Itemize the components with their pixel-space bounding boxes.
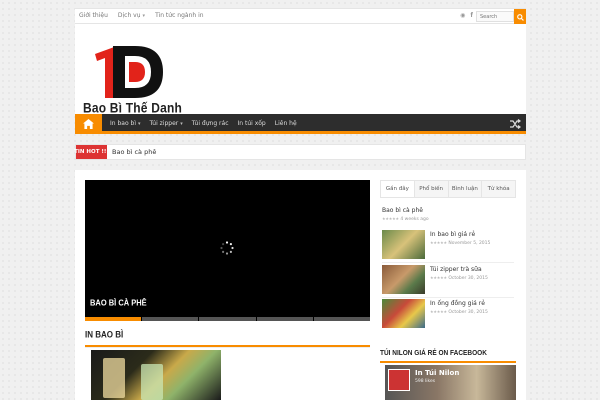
- caret-down-icon: ▾: [138, 121, 141, 127]
- post-thumbnail[interactable]: [382, 230, 425, 259]
- divider: [382, 262, 514, 263]
- post-date: October 30, 2015: [448, 276, 488, 281]
- sidebar-post-title[interactable]: In ống đồng giá rẻ: [430, 300, 485, 307]
- nav-item-label: In bao bì: [110, 120, 137, 127]
- divider: [382, 297, 514, 298]
- nav-item-tui-dung-rac[interactable]: Túi đựng rác: [192, 120, 229, 127]
- rss-icon[interactable]: ◉: [460, 12, 465, 19]
- search-button[interactable]: [514, 9, 526, 25]
- sidebar-post-meta: ★★★★★ 4 weeks ago: [382, 216, 429, 222]
- post-date: 4 weeks ago: [400, 217, 429, 222]
- rating-stars-icon: ★★★★★: [430, 275, 447, 280]
- sidebar-tabs: Gần đây Phổ biến Bình luận Từ khóa: [380, 180, 516, 198]
- ticker-label: TIN HOT !!!: [74, 145, 109, 159]
- top-nav-item-tin-tuc[interactable]: Tin tức ngành in: [155, 12, 204, 19]
- sidebar-post[interactable]: In bao bì giá rẻ ★★★★★ November 5, 2015: [382, 230, 516, 260]
- slider-dot[interactable]: [142, 317, 199, 321]
- slider-dot[interactable]: [256, 317, 313, 321]
- sidebar: Gần đây Phổ biến Bình luận Từ khóa Bao b…: [380, 180, 516, 328]
- rating-stars-icon: ★★★★★: [430, 240, 447, 245]
- loading-spinner-icon: [220, 241, 234, 255]
- tab-comments[interactable]: Bình luận: [449, 181, 483, 197]
- facebook-icon[interactable]: f: [470, 12, 473, 19]
- post-thumbnail[interactable]: [382, 299, 425, 328]
- top-bar: Giới thiệu Dịch vụ ▾ Tin tức ngành in ◉ f: [75, 8, 526, 25]
- tab-recent[interactable]: Gần đây: [381, 181, 415, 197]
- post-thumbnail[interactable]: [91, 350, 221, 400]
- random-post-icon[interactable]: [509, 118, 521, 130]
- post-thumbnail[interactable]: [382, 265, 425, 294]
- slider-dot[interactable]: [85, 317, 142, 321]
- facebook-likes-count: 598 likes: [415, 379, 436, 384]
- slider-dot[interactable]: [199, 317, 256, 321]
- facebook-page-box[interactable]: In Túi Nilon 598 likes: [385, 365, 516, 400]
- home-icon: [83, 119, 94, 129]
- caret-down-icon: ▾: [142, 13, 146, 19]
- rating-stars-icon: ★★★★★: [430, 309, 447, 314]
- sidebar-post-title[interactable]: Túi zipper trà sữa: [430, 266, 482, 273]
- caret-down-icon: ▾: [180, 121, 183, 127]
- post-date: October 30, 2015: [448, 310, 488, 315]
- top-nav-item-dich-vu[interactable]: Dịch vụ ▾: [118, 12, 145, 19]
- sidebar-post-meta: ★★★★★ November 5, 2015: [430, 240, 490, 246]
- section-divider-sub: [85, 347, 370, 348]
- facebook-page-name[interactable]: In Túi Nilon: [415, 369, 459, 377]
- slide-caption[interactable]: BAO BÌ CÀ PHÊ: [90, 297, 147, 307]
- sidebar-post-meta: ★★★★★ October 30, 2015: [430, 309, 488, 315]
- main-nav: In bao bì ▾ Túi zipper ▾ Túi đựng rác In t…: [75, 114, 526, 134]
- rating-stars-icon: ★★★★★: [382, 216, 399, 221]
- main-nav-items: In bao bì ▾ Túi zipper ▾ Túi đựng rác In t…: [110, 120, 306, 127]
- slider-pagination: [85, 317, 371, 321]
- top-nav-item-gioi-thieu[interactable]: Giới thiệu: [79, 12, 108, 19]
- search-icon: [516, 13, 524, 21]
- breaking-news-ticker: TIN HOT !!! Bao bì cà phê: [74, 144, 526, 160]
- nav-item-label: Túi zipper: [149, 120, 179, 127]
- slider-dot[interactable]: [313, 317, 371, 321]
- search-input[interactable]: [476, 11, 514, 22]
- post-date: November 5, 2015: [448, 241, 491, 246]
- nav-item-tui-zipper[interactable]: Túi zipper ▾: [150, 120, 183, 127]
- nav-item-lien-he[interactable]: Liên hệ: [275, 120, 297, 127]
- tab-popular[interactable]: Phổ biến: [415, 181, 449, 197]
- main-content: BAO BÌ CÀ PHÊ IN BAO BÌ Gần đây Phổ biến…: [75, 170, 526, 400]
- sidebar-post-title[interactable]: In bao bì giá rẻ: [430, 231, 475, 238]
- nav-item-in-bao-bi[interactable]: In bao bì ▾: [110, 120, 141, 127]
- section-title[interactable]: IN BAO BÌ: [85, 329, 123, 339]
- top-nav: Giới thiệu Dịch vụ ▾ Tin tức ngành in: [79, 12, 204, 19]
- sidebar-post[interactable]: In ống đồng giá rẻ ★★★★★ October 30, 201…: [382, 299, 516, 329]
- sidebar-post[interactable]: Túi zipper trà sữa ★★★★★ October 30, 201…: [382, 265, 516, 295]
- home-button[interactable]: [75, 114, 102, 134]
- nav-item-in-tui-xop[interactable]: In túi xốp: [238, 120, 266, 127]
- top-nav-item-label: Dịch vụ: [117, 12, 141, 19]
- sidebar-post-title[interactable]: Bao bì cà phê: [382, 207, 423, 214]
- ticker-link[interactable]: Bao bì cà phê: [112, 148, 156, 156]
- facebook-page-avatar[interactable]: [388, 369, 410, 391]
- featured-slider[interactable]: BAO BÌ CÀ PHÊ: [85, 180, 371, 321]
- product-bag-image: [141, 364, 163, 400]
- tab-tags[interactable]: Từ khóa: [482, 181, 515, 197]
- social-icons: ◉ f: [460, 12, 473, 19]
- sidebar-post-meta: ★★★★★ October 30, 2015: [430, 275, 488, 281]
- facebook-widget-title: TÚI NILON GIÁ RẺ ON FACEBOOK: [380, 349, 487, 358]
- product-bag-image: [103, 358, 125, 398]
- site-header: Bao Bì Thế Danh: [75, 24, 526, 116]
- widget-divider: [380, 361, 516, 363]
